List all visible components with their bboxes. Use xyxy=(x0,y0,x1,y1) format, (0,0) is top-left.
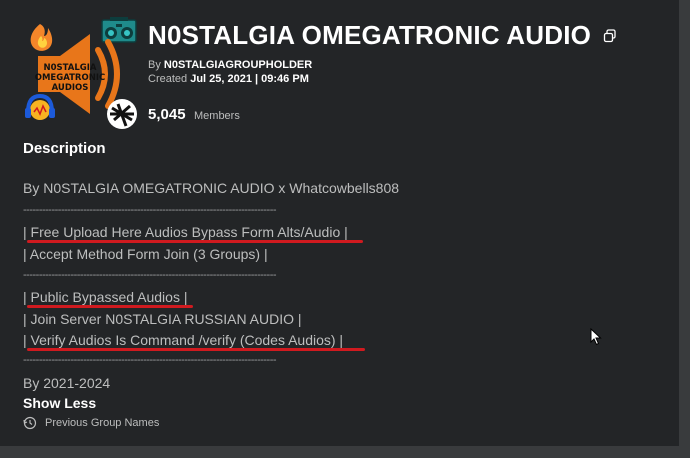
description-line: | Free Upload Here Audios Bypass Form Al… xyxy=(23,224,348,240)
owner-by-label: By xyxy=(148,59,161,71)
mouse-cursor-icon xyxy=(590,328,602,346)
logo-text-line-1: N0STALGIA xyxy=(43,63,96,73)
member-count: 5,045 Members xyxy=(148,106,240,124)
description-heading: Description xyxy=(23,140,106,157)
logo-text-line-3: AUDIOS xyxy=(52,83,89,93)
copy-icon[interactable] xyxy=(603,28,617,43)
description-line: | Public Bypassed Audios | xyxy=(23,289,188,305)
description-line: By N0STALGIA OMEGATRONIC AUDIO x Whatcow… xyxy=(23,180,400,196)
description-separator: ----------------------------------------… xyxy=(23,269,277,281)
group-created: Created Jul 25, 2021 | 09:46 PM xyxy=(148,73,309,85)
group-panel: N0STALGIA OMEGATRONIC AUDIOS N0STALGIA O… xyxy=(0,0,679,446)
red-underline-mark xyxy=(27,305,193,308)
history-icon xyxy=(23,416,37,430)
title-row: N0STALGIA OMEGATRONIC AUDIO xyxy=(148,20,617,51)
description-line: By 2021-2024 xyxy=(23,375,111,391)
red-underline-mark xyxy=(27,240,363,243)
member-count-value: 5,045 xyxy=(148,106,186,123)
created-date: Jul 25, 2021 | 09:46 PM xyxy=(190,73,309,85)
owner-link[interactable]: N0STALGIAGROUPHOLDER xyxy=(164,59,312,71)
previous-group-names-label: Previous Group Names xyxy=(45,417,160,429)
member-count-label: Members xyxy=(194,110,240,122)
description-separator: ----------------------------------------… xyxy=(23,204,277,216)
description-line: | Verify Audios Is Command /verify (Code… xyxy=(23,332,344,348)
show-less-button[interactable]: Show Less xyxy=(23,395,96,411)
group-title: N0STALGIA OMEGATRONIC AUDIO xyxy=(148,20,592,50)
group-emblem-image: N0STALGIA OMEGATRONIC AUDIOS xyxy=(22,16,140,132)
logo-text-line-2: OMEGATRONIC xyxy=(35,73,105,83)
red-underline-mark xyxy=(27,348,365,351)
description-line: | Accept Method Form Join (3 Groups) | xyxy=(23,246,268,262)
group-owner: By N0STALGIAGROUPHOLDER xyxy=(148,59,312,71)
description-line: | Join Server N0STALGIA RUSSIAN AUDIO | xyxy=(23,311,302,327)
description-separator: ----------------------------------------… xyxy=(23,354,277,366)
previous-group-names-link[interactable]: Previous Group Names xyxy=(23,416,159,430)
boombox-icon xyxy=(101,17,137,43)
brand-badge-icon xyxy=(107,99,137,129)
created-label: Created xyxy=(148,73,188,85)
